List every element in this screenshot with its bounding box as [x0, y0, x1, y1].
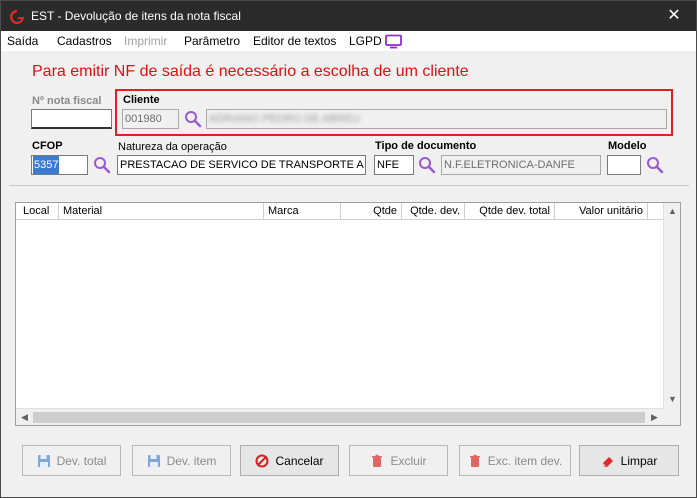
nota-fiscal-label: Nº nota fiscal	[32, 95, 102, 107]
column-qtde-dev-total[interactable]: Qtde dev. total	[465, 203, 555, 220]
limpar-label: Limpar	[620, 453, 658, 468]
tipo-documento-description: N.F.ELETRONICA-DANFE	[441, 155, 601, 175]
menu-bar: Saída Cadastros Imprimir Parâmetro Edito…	[1, 31, 696, 51]
column-qtde-dev[interactable]: Qtde. dev.	[402, 203, 465, 220]
title-bar: EST - Devolução de itens da nota fiscal …	[1, 1, 696, 31]
section-divider	[9, 185, 689, 186]
close-button[interactable]: ✕	[652, 1, 696, 31]
monitor-icon[interactable]	[385, 34, 402, 49]
items-grid[interactable]: Local Material Marca Qtde Qtde. dev. Qtd…	[15, 202, 681, 426]
exc-item-dev-button[interactable]: Exc. item dev.	[459, 445, 571, 476]
cliente-search-icon[interactable]	[184, 110, 202, 128]
column-qtde[interactable]: Qtde	[341, 203, 402, 220]
vertical-scrollbar[interactable]: ▲ ▼	[663, 203, 680, 408]
dev-total-label: Dev. total	[56, 453, 107, 468]
save-icon	[37, 454, 50, 467]
menu-editor-de-textos[interactable]: Editor de textos	[253, 34, 336, 48]
tipo-documento-input[interactable]: NFE	[374, 155, 414, 175]
tipo-documento-label: Tipo de documento	[375, 140, 477, 152]
dev-total-button[interactable]: Dev. total	[22, 445, 121, 476]
cancelar-button[interactable]: Cancelar	[240, 445, 339, 476]
cfop-search-icon[interactable]	[93, 156, 111, 174]
menu-parametro[interactable]: Parâmetro	[184, 34, 240, 48]
scrollbar-corner	[663, 408, 680, 425]
window-title: EST - Devolução de itens da nota fiscal	[31, 9, 241, 23]
trash-icon	[469, 454, 480, 467]
column-marca[interactable]: Marca	[264, 203, 341, 220]
trash-icon	[372, 454, 383, 467]
scroll-left-icon[interactable]: ◀	[16, 409, 33, 426]
menu-imprimir[interactable]: Imprimir	[124, 34, 167, 48]
cliente-label: Cliente	[123, 94, 160, 106]
dev-item-button[interactable]: Dev. item	[132, 445, 231, 476]
cliente-code-input[interactable]: 001980	[122, 109, 179, 129]
grid-header: Local Material Marca Qtde Qtde. dev. Qtd…	[16, 203, 680, 220]
column-material[interactable]: Material	[59, 203, 264, 220]
menu-lgpd[interactable]: LGPD	[349, 34, 382, 48]
horizontal-scrollbar[interactable]: ◀ ▶	[16, 408, 663, 425]
scroll-up-icon[interactable]: ▲	[664, 203, 681, 220]
modelo-input[interactable]	[607, 155, 641, 175]
menu-cadastros[interactable]: Cadastros	[57, 34, 112, 48]
app-logo-icon	[10, 10, 24, 24]
nota-fiscal-input[interactable]	[31, 109, 112, 129]
natureza-label: Natureza da operação	[118, 141, 227, 153]
excluir-button[interactable]: Excluir	[349, 445, 448, 476]
eraser-icon	[602, 456, 613, 467]
save-icon	[147, 454, 160, 467]
cfop-value: 5357	[33, 156, 60, 174]
modelo-label: Modelo	[608, 140, 647, 152]
column-valor-unitario[interactable]: Valor unitário	[555, 203, 648, 220]
cancel-icon	[255, 454, 269, 467]
scroll-down-icon[interactable]: ▼	[664, 391, 681, 408]
modelo-search-icon[interactable]	[646, 156, 664, 174]
cancelar-label: Cancelar	[275, 453, 324, 468]
scroll-right-icon[interactable]: ▶	[646, 409, 663, 426]
cliente-name-field: ADRIANO PEDRO DE ABREU	[206, 109, 667, 129]
client-required-message: Para emitir NF de saída é necessário a e…	[32, 63, 469, 80]
horizontal-scroll-thumb[interactable]	[33, 412, 645, 423]
column-local[interactable]: Local	[16, 203, 59, 220]
menu-saida[interactable]: Saída	[7, 34, 38, 48]
cfop-label: CFOP	[32, 140, 63, 152]
exc-item-dev-label: Exc. item dev.	[487, 453, 563, 468]
cliente-name-text: ADRIANO PEDRO DE ABREU	[209, 113, 360, 125]
tipo-documento-search-icon[interactable]	[418, 156, 436, 174]
app-window: EST - Devolução de itens da nota fiscal …	[0, 0, 697, 498]
excluir-label: Excluir	[390, 453, 427, 468]
natureza-input[interactable]: PRESTACAO DE SERVICO DE TRANSPORTE A NAO	[117, 155, 366, 175]
dev-item-label: Dev. item	[166, 453, 217, 468]
limpar-button[interactable]: Limpar	[579, 445, 679, 476]
cfop-input[interactable]: 5357	[31, 155, 88, 175]
